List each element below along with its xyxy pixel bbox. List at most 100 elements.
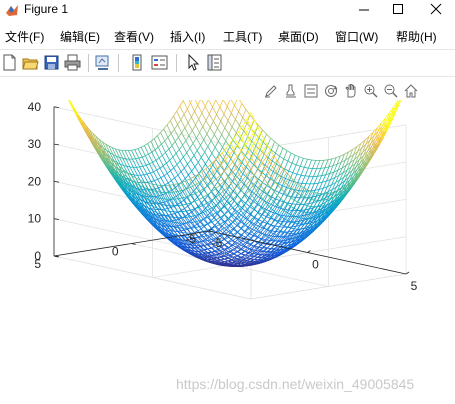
mesh-line	[168, 184, 174, 186]
mesh-line	[196, 132, 200, 139]
mesh-line	[201, 100, 206, 107]
mesh-line	[199, 126, 204, 133]
mesh-line	[184, 122, 189, 129]
close-icon[interactable]	[420, 0, 452, 20]
menu-view[interactable]: 查看(V)	[114, 28, 154, 45]
mesh-line	[166, 120, 171, 126]
toolbar-separator	[118, 54, 119, 72]
mesh-line	[197, 100, 201, 106]
mesh-line	[274, 141, 280, 146]
mesh-line	[188, 222, 193, 224]
link-plot-icon[interactable]	[93, 53, 112, 72]
new-figure-icon[interactable]	[0, 53, 19, 72]
mesh-line	[182, 100, 184, 101]
home-icon[interactable]	[403, 83, 419, 99]
menu-insert[interactable]: 插入(I)	[170, 28, 205, 45]
mesh-line	[235, 111, 239, 120]
mesh-line	[231, 119, 236, 128]
mesh-line	[191, 117, 196, 126]
data-tips-icon[interactable]	[283, 83, 299, 99]
rotate-3d-icon[interactable]	[323, 83, 339, 99]
mesh-line	[224, 120, 229, 128]
mesh-line	[204, 100, 209, 107]
menu-edit[interactable]: 编辑(E)	[60, 28, 100, 45]
mesh-line	[238, 103, 243, 112]
mesh-line	[216, 114, 222, 122]
figure-toolbar	[0, 49, 455, 77]
minimize-icon[interactable]	[348, 0, 380, 20]
mesh-line	[176, 111, 182, 120]
mesh-line	[179, 100, 184, 107]
x-tick-label: 0	[312, 258, 319, 272]
mesh-line	[182, 100, 188, 110]
mesh-line	[228, 126, 233, 135]
mesh-line	[215, 100, 221, 108]
mesh-line	[231, 126, 237, 134]
menu-tools[interactable]: 工具(T)	[223, 28, 262, 45]
mesh-line	[187, 117, 192, 123]
insert-legend-icon[interactable]	[150, 53, 169, 72]
mesh-line	[241, 103, 247, 110]
mesh-line	[230, 100, 235, 106]
mesh-line	[198, 112, 203, 120]
mesh-line	[213, 114, 217, 122]
mesh-line	[230, 105, 235, 114]
mesh-line	[222, 100, 228, 107]
mesh-line	[218, 134, 222, 142]
zoom-out-icon[interactable]	[383, 83, 399, 99]
mesh-line	[208, 107, 213, 115]
mesh-line	[197, 104, 203, 114]
open-file-icon[interactable]	[21, 53, 40, 72]
mesh-line	[208, 113, 214, 122]
print-icon[interactable]	[63, 53, 82, 72]
zoom-in-icon[interactable]	[363, 83, 379, 99]
property-inspector-icon[interactable]	[205, 53, 224, 72]
mesh-line	[178, 204, 183, 206]
mesh-line	[210, 251, 216, 253]
brush-icon[interactable]	[263, 83, 279, 99]
mesh-line	[239, 117, 244, 126]
mesh-line	[209, 121, 214, 128]
menu-bar: 文件(F) 编辑(E) 查看(V) 插入(I) 工具(T) 桌面(D) 窗口(W…	[0, 26, 455, 46]
mesh-line	[235, 119, 240, 126]
menu-help[interactable]: 帮助(H)	[396, 28, 437, 45]
mesh-line	[194, 104, 199, 112]
toolbar-separator	[88, 54, 89, 72]
mesh-line	[191, 124, 196, 131]
mesh-line	[225, 133, 230, 142]
mesh-line	[201, 112, 207, 121]
watermark-text: https://blog.csdn.net/weixin_49005845	[176, 376, 415, 392]
mesh-line	[186, 108, 192, 118]
mesh-line	[238, 111, 244, 118]
menu-file[interactable]: 文件(F)	[5, 28, 44, 45]
z-tick-label: 10	[28, 212, 42, 226]
mesh-line	[202, 120, 207, 127]
mesh-line	[219, 100, 224, 108]
x-tick-label: 5	[411, 279, 418, 293]
mesh-line	[190, 102, 195, 112]
mesh-line	[173, 115, 178, 125]
x-tick-label: -5	[212, 236, 223, 250]
edit-plot-arrow-icon[interactable]	[184, 53, 203, 72]
save-icon[interactable]	[42, 53, 61, 72]
menu-window[interactable]: 窗口(W)	[335, 28, 378, 45]
mesh-line	[214, 254, 219, 256]
insert-colorbar-icon[interactable]	[128, 53, 147, 72]
pan-hand-icon[interactable]	[343, 83, 359, 99]
mesh-line	[179, 105, 185, 115]
mesh-line	[227, 120, 233, 128]
mesh-line	[213, 121, 218, 129]
mesh-line	[185, 216, 190, 218]
mesh-line	[212, 107, 217, 115]
mesh-line	[219, 107, 225, 115]
menu-desktop[interactable]: 桌面(D)	[278, 28, 319, 45]
maximize-icon[interactable]	[382, 0, 414, 20]
mesh-line	[223, 113, 229, 121]
mesh-line	[228, 133, 234, 141]
mesh-line	[203, 133, 208, 140]
legend-toggle-icon[interactable]	[303, 83, 319, 99]
mesh-line	[202, 126, 208, 135]
surface-plot[interactable]: 010203040-505-505	[0, 100, 455, 404]
mesh-line	[187, 122, 193, 131]
mesh-line	[194, 111, 200, 120]
